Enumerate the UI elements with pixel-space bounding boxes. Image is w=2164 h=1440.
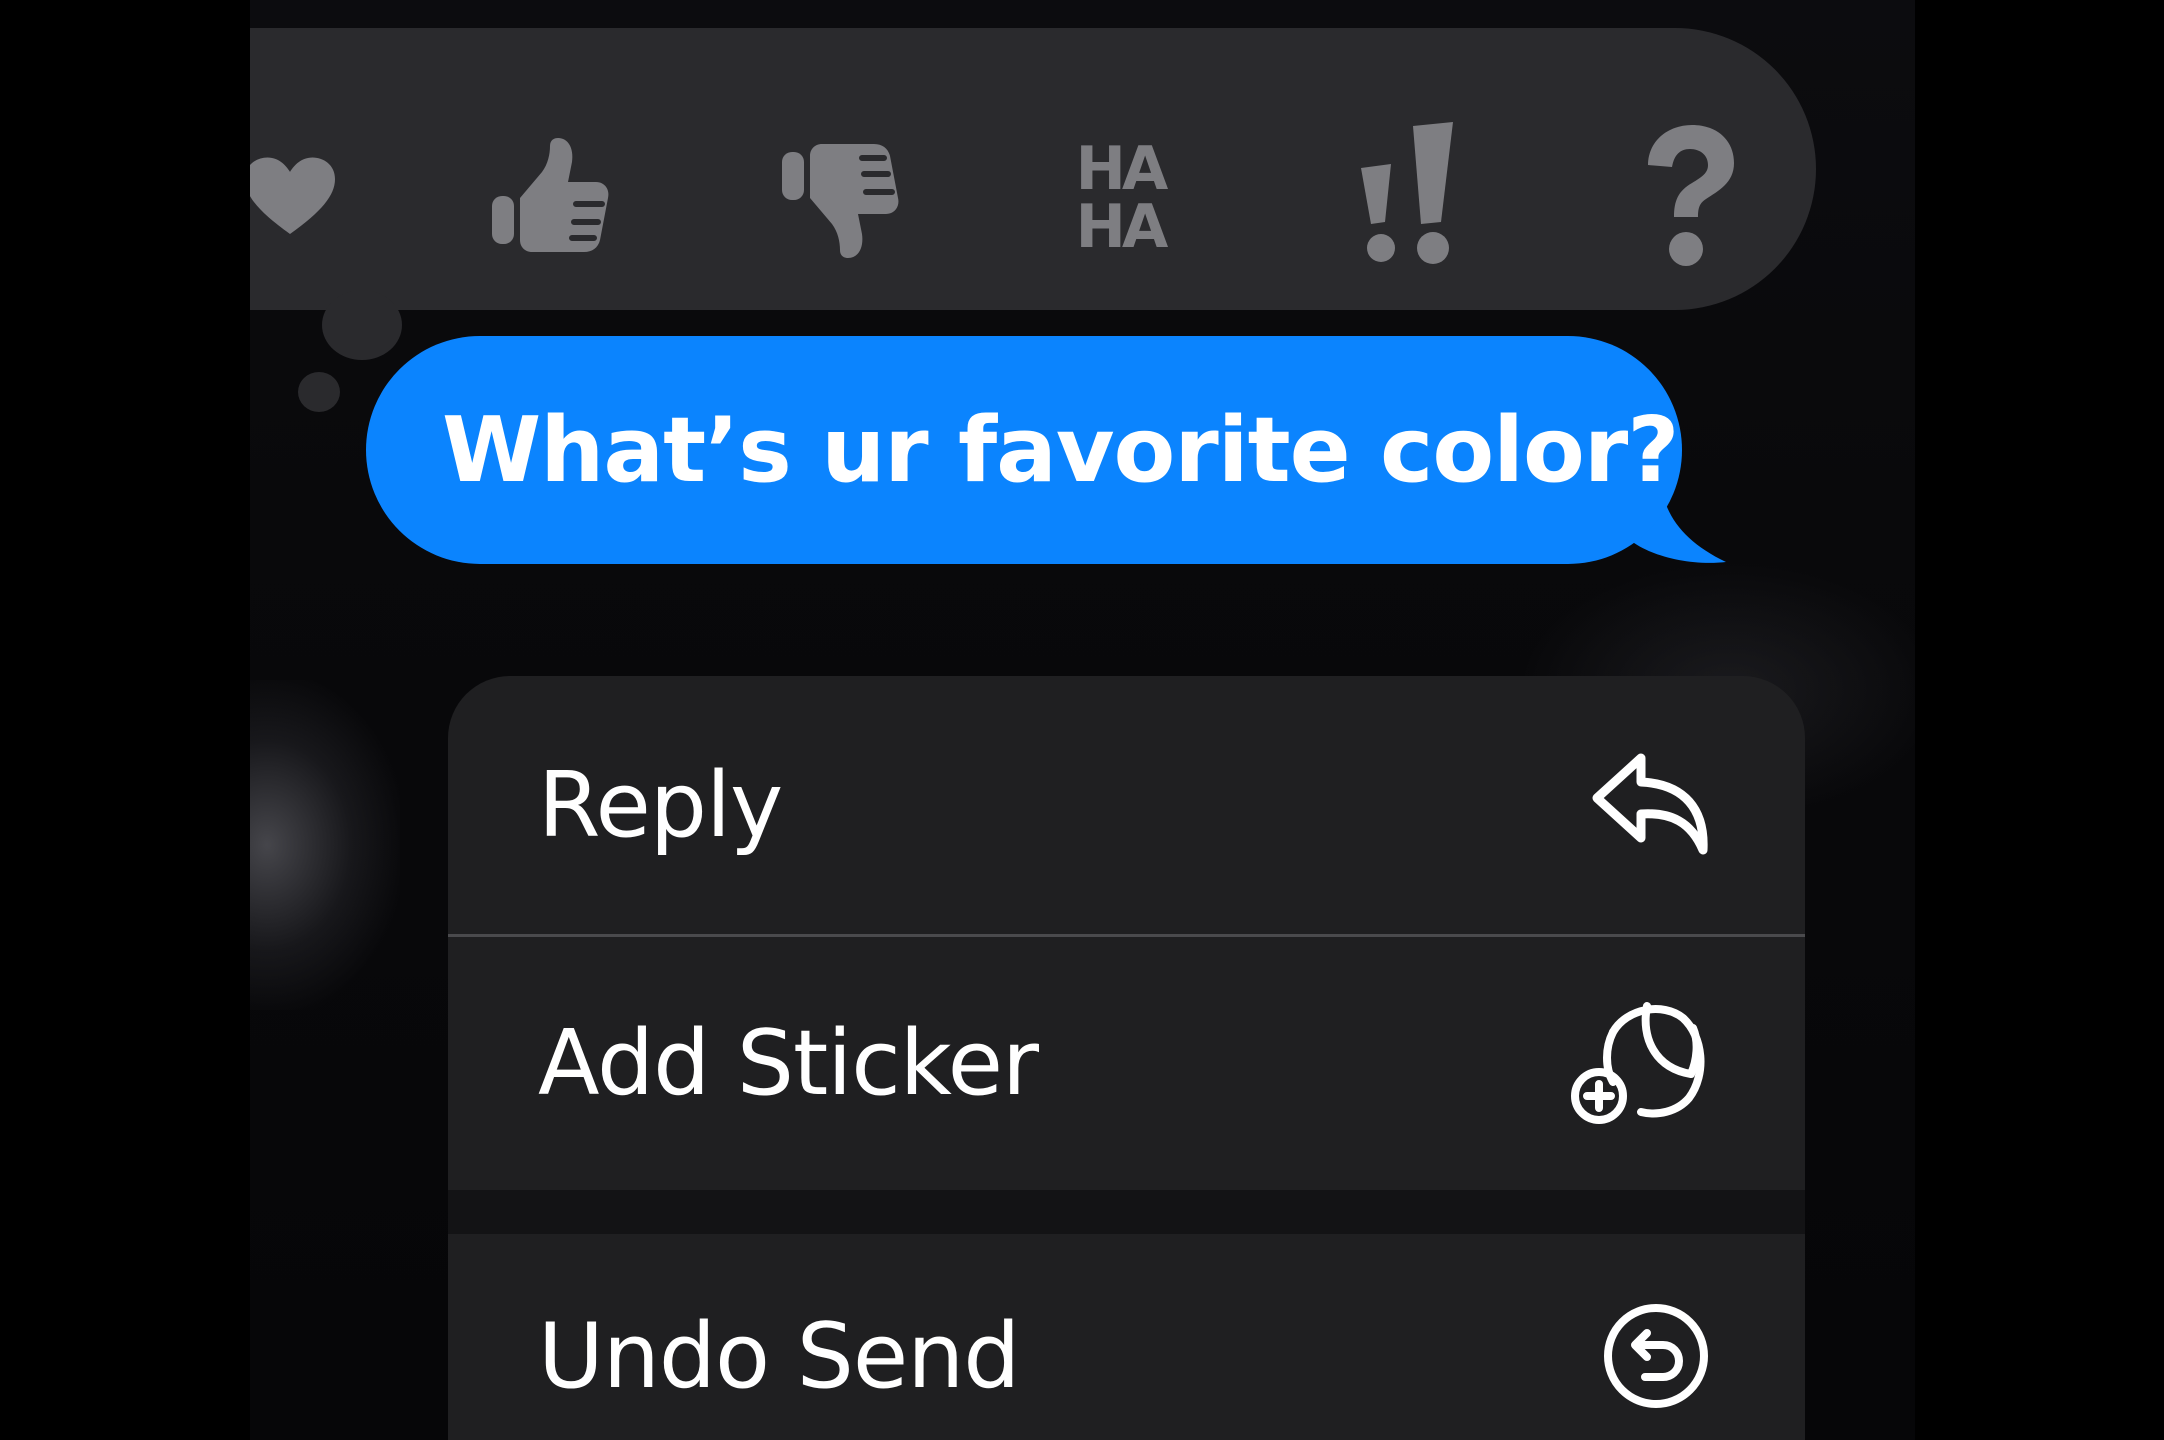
- add-sticker-icon: [1571, 998, 1711, 1128]
- reply-arrow-icon: [1591, 750, 1711, 860]
- tapback-bar-tail-dot: [298, 372, 340, 412]
- tapback-haha[interactable]: HA HA: [1050, 88, 1190, 308]
- haha-icon-line-2: HA: [1075, 192, 1169, 262]
- menu-group-separator: [448, 1190, 1805, 1234]
- tapback-heart[interactable]: [250, 88, 350, 308]
- context-menu: Reply Add Sticker Undo Send: [448, 676, 1805, 1440]
- thumbs-up-icon: [492, 138, 609, 252]
- question-mark-icon: [1648, 125, 1734, 266]
- haha-icon-line-1: HA: [1075, 134, 1169, 204]
- menu-item-label: Add Sticker: [538, 1010, 1039, 1116]
- messages-screen: HA HA What’s ur favorite color? Reply Ad…: [250, 0, 1915, 1440]
- tapback-question[interactable]: [1620, 88, 1760, 308]
- tapback-bar-tail: [322, 290, 402, 360]
- background-glow: [250, 680, 400, 1010]
- undo-send-icon: [1601, 1301, 1711, 1411]
- tapback-thumbs-down[interactable]: [770, 88, 910, 308]
- thumbs-down-icon: [782, 144, 899, 258]
- menu-item-label: Undo Send: [538, 1303, 1020, 1409]
- message-bubble[interactable]: What’s ur favorite color?: [366, 336, 1682, 564]
- tapback-emphasize[interactable]: [1340, 88, 1480, 308]
- menu-item-undo-send[interactable]: Undo Send: [448, 1236, 1805, 1440]
- heart-icon: [250, 157, 335, 234]
- menu-item-add-sticker[interactable]: Add Sticker: [448, 936, 1805, 1190]
- menu-item-reply[interactable]: Reply: [448, 676, 1805, 934]
- message-text: What’s ur favorite color?: [442, 397, 1679, 503]
- menu-item-label: Reply: [538, 752, 783, 858]
- tapback-thumbs-up[interactable]: [480, 88, 620, 308]
- tapback-bar: HA HA: [250, 28, 1816, 310]
- double-exclamation-icon: [1361, 122, 1453, 264]
